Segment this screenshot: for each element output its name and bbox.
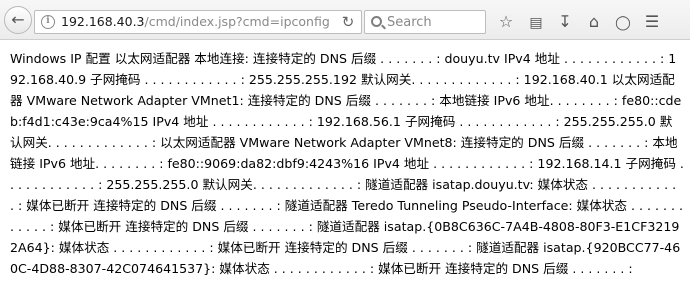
reading-list-icon: ▤ — [529, 15, 543, 31]
back-arrow-icon: ← — [11, 10, 25, 29]
hamburger-menu-icon: ☰ — [644, 12, 660, 31]
reader-list-button[interactable]: ▤ — [524, 10, 548, 34]
home-button[interactable]: ⌂ — [582, 10, 606, 34]
command-output: Windows IP 配置 以太网适配器 本地连接: 连接特定的 DNS 后缀 … — [10, 51, 684, 276]
info-icon[interactable]: i — [41, 15, 55, 29]
pocket-icon: ◯ — [615, 15, 631, 31]
pocket-button[interactable]: ◯ — [611, 10, 635, 34]
search-icon — [371, 16, 382, 27]
browser-toolbar: ← i 192.168.40.3/cmd/index.jsp?cmd=ipcon… — [0, 0, 690, 40]
reload-button[interactable]: ↻ — [334, 10, 362, 34]
reload-icon: ↻ — [341, 13, 355, 31]
url-text[interactable]: 192.168.40.3/cmd/index.jsp?cmd=ipconfig — [61, 11, 330, 33]
star-icon: ☆ — [498, 12, 514, 31]
url-bar[interactable]: i 192.168.40.3/cmd/index.jsp?cmd=ipconfi… — [34, 10, 362, 34]
url-host: 192.168.40.3 — [61, 14, 145, 29]
downloads-button[interactable]: ↧ — [553, 10, 577, 34]
url-path: /cmd/index.jsp?cmd=ipconfig — [144, 14, 330, 29]
menu-button[interactable]: ☰ — [640, 10, 664, 34]
search-bar[interactable] — [364, 10, 486, 34]
home-icon: ⌂ — [588, 12, 600, 31]
bookmark-star-button[interactable]: ☆ — [494, 10, 518, 34]
back-button[interactable]: ← — [4, 6, 32, 34]
search-input[interactable] — [387, 13, 483, 31]
download-arrow-icon: ↧ — [558, 12, 572, 31]
